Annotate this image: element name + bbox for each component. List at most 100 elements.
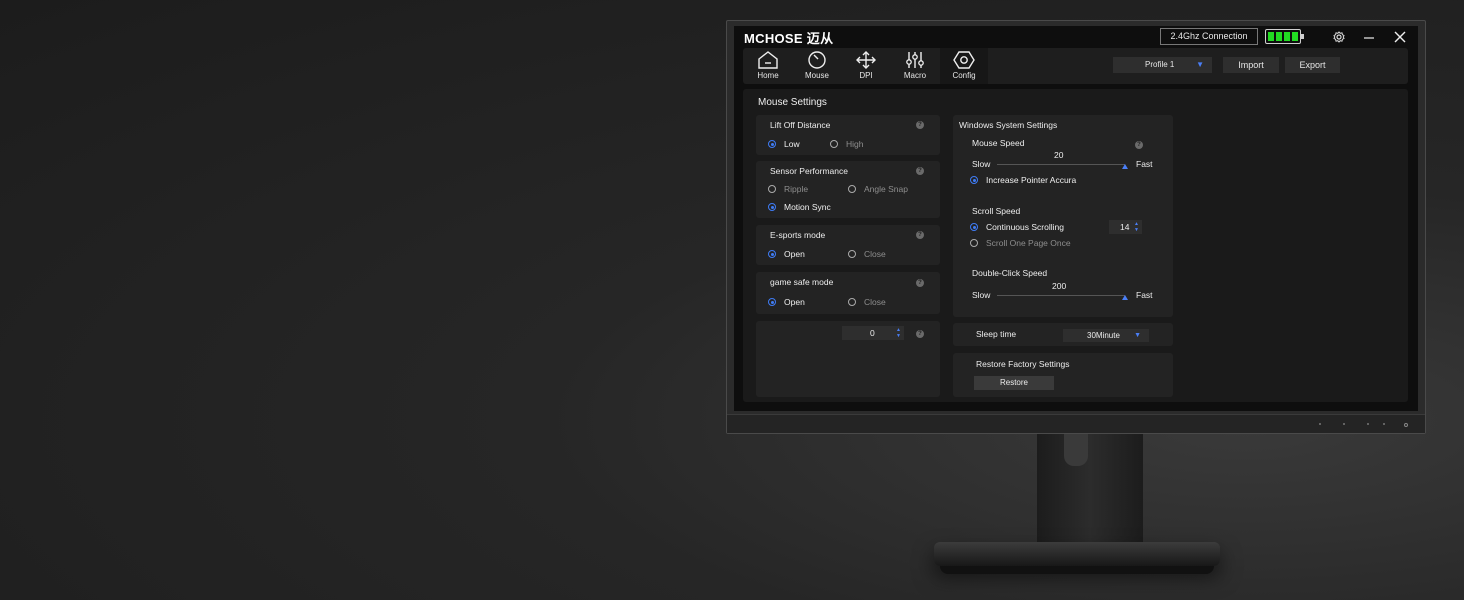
monitor-button-dot xyxy=(1367,423,1369,425)
close-icon[interactable] xyxy=(1392,29,1408,45)
help-icon[interactable]: ? xyxy=(916,330,924,338)
monitor-button-dot xyxy=(1343,423,1345,425)
sleep-time-select[interactable]: 30Minute ▼ xyxy=(1063,329,1149,342)
restore-button[interactable]: Restore xyxy=(974,376,1054,390)
help-icon[interactable]: ? xyxy=(1135,141,1143,149)
help-icon[interactable]: ? xyxy=(916,121,924,129)
misc-value-card: 0 ▲ ▼ ? xyxy=(756,321,940,397)
nav-mouse-label: Mouse xyxy=(804,71,829,80)
esports-mode-title: E-sports mode xyxy=(770,230,826,240)
page-title: Mouse Settings xyxy=(758,97,827,108)
misc-value-stepper[interactable]: 0 ▲ ▼ xyxy=(842,326,904,340)
help-icon[interactable]: ? xyxy=(916,231,924,239)
lift-off-low-radio[interactable]: Low xyxy=(768,139,800,149)
radio-label: Low xyxy=(784,139,800,149)
monitor-stand-cable-hole xyxy=(1064,434,1088,466)
radio-dot xyxy=(848,298,856,306)
app-window: MCHOSE 迈从 2.4Ghz Connection Home Mouse D… xyxy=(734,26,1418,411)
radio-label: High xyxy=(846,139,864,149)
double-click-slider-track[interactable] xyxy=(997,295,1125,296)
radio-dot xyxy=(768,140,776,148)
settings-gear-icon[interactable] xyxy=(1331,29,1347,45)
esports-open-radio[interactable]: Open xyxy=(768,249,805,259)
continuous-scrolling-radio[interactable]: Continuous Scrolling xyxy=(970,222,1064,232)
double-click-speed-label: Double-Click Speed xyxy=(972,268,1048,278)
radio-label: Angle Snap xyxy=(864,184,908,194)
export-button[interactable]: Export xyxy=(1285,57,1340,73)
radio-label: Open xyxy=(784,249,805,259)
radio-dot xyxy=(848,250,856,258)
increase-pointer-accuracy-checkbox[interactable]: Increase Pointer Accura xyxy=(970,175,1076,185)
nav-home[interactable]: Home xyxy=(744,48,792,84)
radio-dot xyxy=(768,185,776,193)
radio-label: Increase Pointer Accura xyxy=(986,175,1077,185)
stepper-arrows-icon: ▲ ▼ xyxy=(896,327,901,339)
lift-off-card: Lift Off Distance ? Low High xyxy=(756,115,940,155)
nav-mouse[interactable]: Mouse xyxy=(793,48,841,84)
radio-dot xyxy=(970,176,978,184)
misc-value: 0 xyxy=(870,328,875,338)
double-click-slider-thumb[interactable] xyxy=(1122,295,1128,300)
mouse-speed-slider-track[interactable] xyxy=(997,164,1125,165)
esports-close-radio[interactable]: Close xyxy=(848,249,886,259)
sensor-performance-card: Sensor Performance ? Ripple Angle Snap M… xyxy=(756,161,940,218)
scroll-speed-label: Scroll Speed xyxy=(972,206,1021,216)
minimize-icon[interactable] xyxy=(1361,29,1377,45)
battery-cell xyxy=(1292,32,1298,41)
windows-settings-title: Windows System Settings xyxy=(959,120,1058,130)
settings-panel: Mouse Settings Lift Off Distance ? Low H… xyxy=(743,89,1408,402)
monitor-button-dot xyxy=(1319,423,1321,425)
config-hexagon-icon xyxy=(953,51,975,69)
restore-factory-title: Restore Factory Settings xyxy=(976,359,1070,369)
sensor-ripple-radio[interactable]: Ripple xyxy=(768,184,808,194)
nav-config[interactable]: Config xyxy=(940,48,988,84)
sleep-time-label: Sleep time xyxy=(976,329,1017,339)
monitor-button-dot xyxy=(1383,423,1385,425)
monitor-stand-base xyxy=(934,542,1220,566)
sensor-motion-sync-radio[interactable]: Motion Sync xyxy=(768,202,831,212)
nav-dpi[interactable]: DPI xyxy=(842,48,890,84)
game-safe-open-radio[interactable]: Open xyxy=(768,297,805,307)
stepper-arrows-icon: ▲ ▼ xyxy=(1134,221,1139,233)
dropdown-arrow-icon: ▼ xyxy=(1134,332,1141,339)
radio-label: Open xyxy=(784,297,805,307)
monitor-chin xyxy=(727,414,1425,433)
radio-label: Ripple xyxy=(784,184,809,194)
nav-macro[interactable]: Macro xyxy=(891,48,939,84)
battery-cell xyxy=(1284,32,1290,41)
esports-mode-card: E-sports mode ? Open Close xyxy=(756,225,940,265)
battery-cell xyxy=(1268,32,1274,41)
monitor-stand-base-shadow xyxy=(940,566,1214,574)
nav-config-label: Config xyxy=(952,71,976,80)
radio-dot xyxy=(848,185,856,193)
help-icon[interactable]: ? xyxy=(916,167,924,175)
double-click-speed-value: 200 xyxy=(1052,281,1067,291)
sleep-time-value: 30Minute xyxy=(1087,331,1120,340)
profile-select-value: Profile 1 xyxy=(1145,60,1175,69)
game-safe-mode-card: game safe mode ? Open Close xyxy=(756,272,940,314)
radio-label: Close xyxy=(864,249,886,259)
radio-dot xyxy=(768,250,776,258)
game-safe-mode-title: game safe mode xyxy=(770,277,834,287)
lift-off-high-radio[interactable]: High xyxy=(830,139,863,149)
scroll-one-page-radio[interactable]: Scroll One Page Once xyxy=(970,238,1071,248)
monitor-stand-neck xyxy=(1037,434,1143,546)
sliders-icon xyxy=(906,52,924,68)
lift-off-title: Lift Off Distance xyxy=(770,120,831,130)
mouse-speed-label: Mouse Speed xyxy=(972,138,1025,148)
title-bar: MCHOSE 迈从 2.4Ghz Connection xyxy=(734,26,1418,48)
sensor-angle-snap-radio[interactable]: Angle Snap xyxy=(848,184,908,194)
mouse-speed-slider-thumb[interactable] xyxy=(1122,164,1128,169)
double-click-slow-label: Slow xyxy=(972,290,991,300)
radio-label: Motion Sync xyxy=(784,202,831,212)
double-click-fast-label: Fast xyxy=(1136,290,1153,300)
scroll-speed-value: 14 xyxy=(1120,222,1130,232)
radio-label: Scroll One Page Once xyxy=(986,238,1071,248)
import-button[interactable]: Import xyxy=(1223,57,1279,73)
battery-indicator xyxy=(1265,29,1304,44)
help-icon[interactable]: ? xyxy=(916,279,924,287)
mouse-speed-fast-label: Fast xyxy=(1136,159,1153,169)
game-safe-close-radio[interactable]: Close xyxy=(848,297,886,307)
scroll-speed-stepper[interactable]: 14 ▲ ▼ xyxy=(1109,220,1142,234)
profile-select[interactable]: Profile 1 ▼ xyxy=(1113,57,1212,73)
